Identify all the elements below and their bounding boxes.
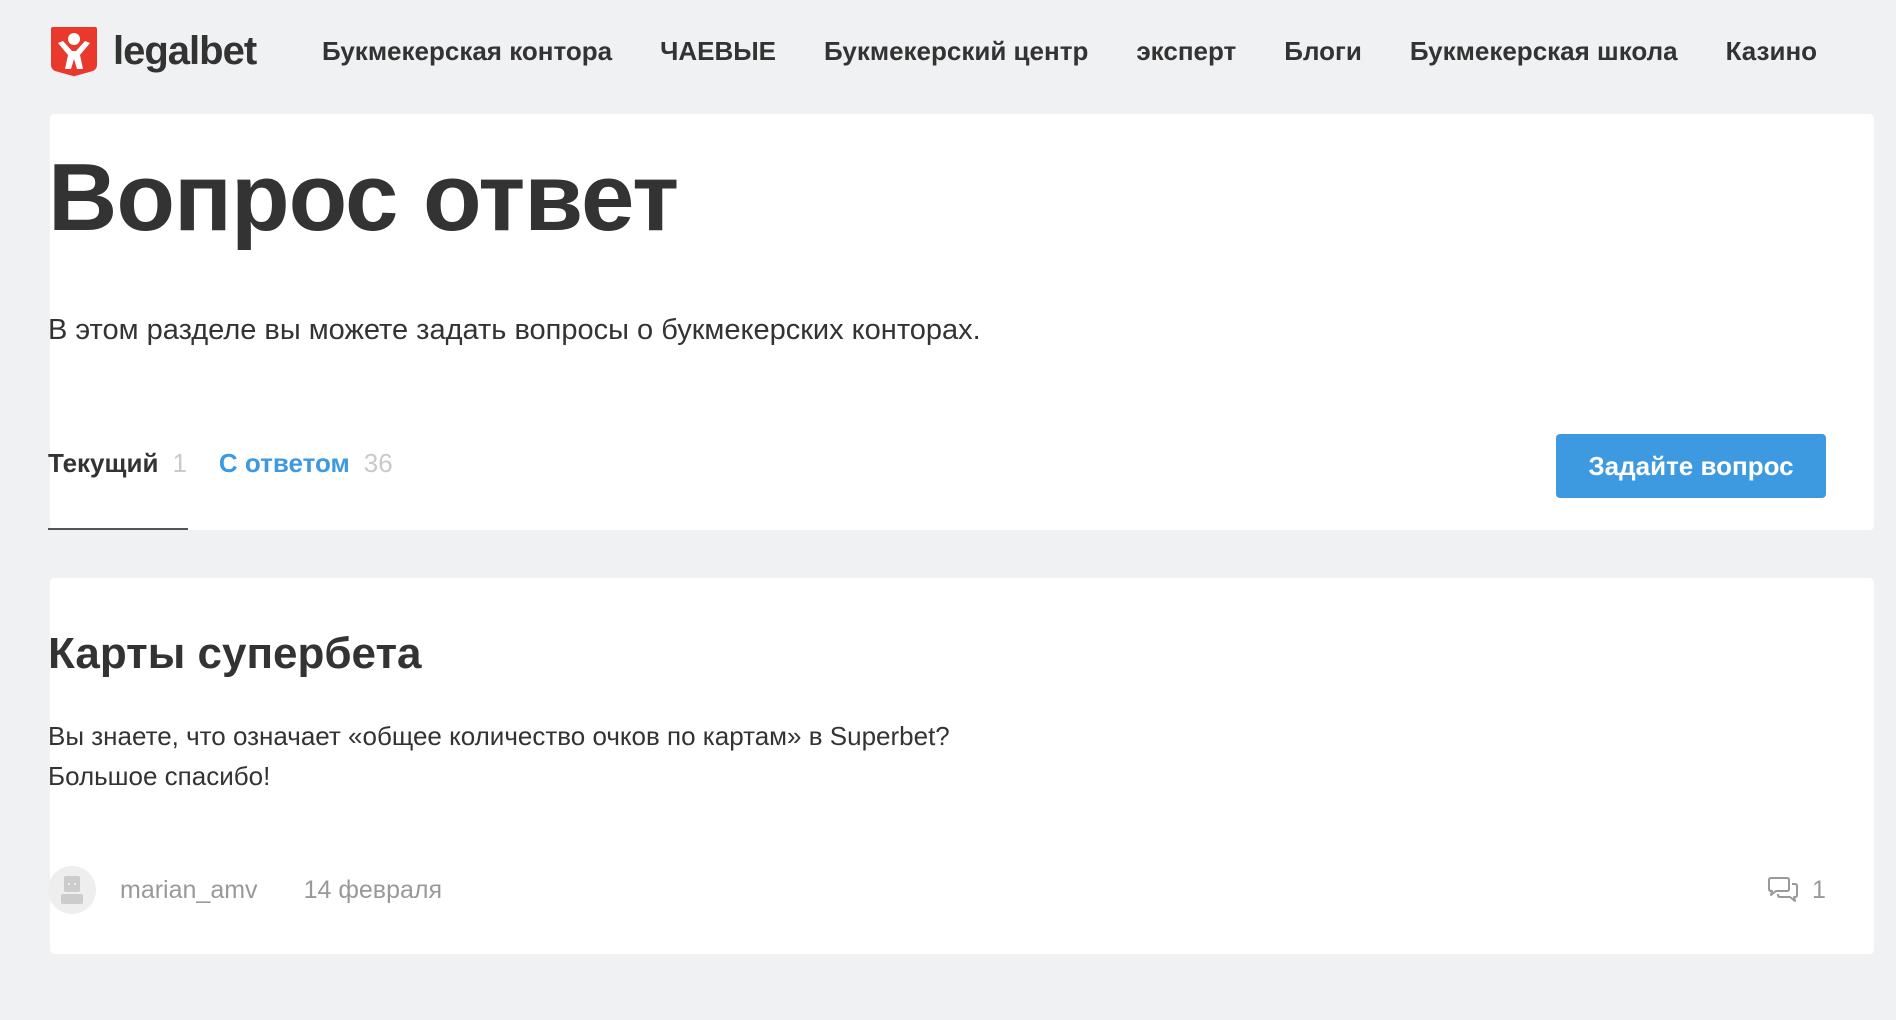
tab-answered-count: 36 bbox=[363, 448, 393, 478]
question-date: 14 февраля bbox=[303, 875, 443, 904]
main-nav: Букмекерская контора ЧАЕВЫЕ Букмекерский… bbox=[322, 30, 1817, 72]
question-body: Вы знаете, что означает «общее количеств… bbox=[48, 716, 950, 796]
question-body-line: Большое спасибо! bbox=[48, 761, 271, 791]
nav-item-bookmaker-center[interactable]: Букмекерский центр bbox=[824, 36, 1088, 67]
comment-count: 1 bbox=[1812, 875, 1826, 904]
legalbet-logo-icon bbox=[51, 27, 97, 77]
tab-current-count: 1 bbox=[172, 448, 187, 478]
site-header: legalbet Букмекерская контора ЧАЕВЫЕ Бук… bbox=[0, 0, 1896, 102]
tab-current-label: Текущий bbox=[48, 448, 159, 478]
question-author[interactable]: marian_amv bbox=[120, 876, 258, 905]
nav-item-casino[interactable]: Казино bbox=[1726, 36, 1817, 67]
tab-current[interactable]: Текущий 1 bbox=[48, 448, 187, 479]
nav-item-school[interactable]: Букмекерская школа bbox=[1410, 36, 1678, 67]
avatar[interactable] bbox=[48, 866, 96, 914]
nav-item-tips[interactable]: ЧАЕВЫЕ bbox=[660, 36, 776, 67]
comments-link[interactable]: 1 bbox=[1766, 872, 1826, 908]
qa-tabs: Текущий 1 С ответом 36 bbox=[48, 448, 393, 479]
active-tab-indicator bbox=[48, 528, 188, 530]
nav-item-expert[interactable]: эксперт bbox=[1136, 36, 1236, 67]
user-avatar-icon bbox=[48, 866, 96, 914]
logo-text: legalbet bbox=[113, 28, 257, 73]
question-body-line: Вы знаете, что означает «общее количеств… bbox=[48, 721, 950, 751]
tab-answered-label: С ответом bbox=[218, 448, 350, 478]
tab-answered[interactable]: С ответом 36 bbox=[219, 448, 393, 479]
nav-item-blogs[interactable]: Блоги bbox=[1284, 36, 1362, 67]
comments-icon bbox=[1768, 877, 1798, 902]
logo[interactable]: legalbet bbox=[49, 25, 257, 77]
question-title[interactable]: Карты супербета bbox=[48, 632, 421, 676]
ask-question-button[interactable]: Задайте вопрос bbox=[1556, 434, 1826, 498]
page-description: В этом разделе вы можете задать вопросы … bbox=[48, 314, 981, 346]
nav-item-bookmaker[interactable]: Букмекерская контора bbox=[322, 36, 612, 67]
question-meta: marian_amv 14 февраля bbox=[48, 866, 442, 914]
page-title: Вопрос ответ bbox=[48, 144, 679, 251]
